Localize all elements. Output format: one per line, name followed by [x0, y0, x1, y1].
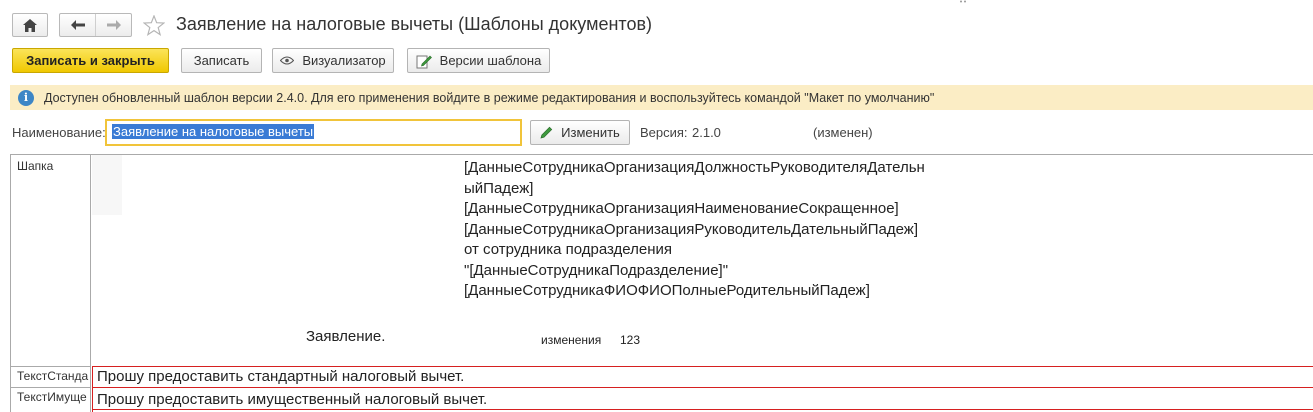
header-fields-block[interactable]: [ДанныеСотрудникаОрганизацияДолжностьРук… — [464, 158, 994, 302]
template-versions-label: Версии шаблона — [439, 53, 542, 68]
arrow-left-icon — [70, 20, 85, 30]
template-versions-button[interactable]: Версии шаблона — [407, 48, 550, 73]
save-label: Записать — [193, 53, 250, 68]
statement-title-cell[interactable]: Заявление. — [306, 328, 385, 345]
save-and-close-button[interactable]: Записать и закрыть — [12, 48, 169, 73]
version-label: Версия: — [640, 125, 688, 140]
template-spreadsheet[interactable]: Шапка ТекстСтанда ТекстИмуще [ДанныеСотр… — [10, 154, 1313, 412]
update-info-banner: i Доступен обновленный шаблон версии 2.4… — [10, 85, 1313, 110]
area-border — [92, 366, 93, 412]
name-input-value: Заявление на налоговые вычеты — [112, 124, 315, 139]
visualizer-label: Визуализатор — [302, 53, 386, 68]
home-button[interactable] — [12, 13, 48, 37]
cell-gutter — [92, 155, 122, 215]
name-input[interactable]: Заявление на налоговые вычеты — [105, 119, 522, 146]
changed-status: (изменен) — [813, 125, 873, 140]
arrow-right-icon — [106, 20, 121, 30]
favorite-button[interactable] — [142, 13, 166, 37]
home-icon — [23, 18, 37, 32]
area-name-standard-text[interactable]: ТекстСтанда — [11, 366, 91, 387]
header-line: [ДанныеСотрудникаОрганизацияРуководитель… — [464, 220, 918, 238]
pencil-icon — [540, 126, 553, 139]
eye-icon — [280, 56, 295, 65]
back-button[interactable] — [60, 14, 95, 36]
change-button[interactable]: Изменить — [530, 120, 630, 145]
header-line: [ДанныеСотрудникаОрганизацияНаименование… — [464, 200, 899, 217]
save-button[interactable]: Записать — [181, 48, 262, 73]
header-line: [ДанныеСотрудникаФИОФИОПолныеРодительный… — [464, 282, 870, 299]
star-icon — [143, 14, 165, 36]
header-line: "[ДанныеСотрудникаПодразделение]" — [464, 261, 729, 279]
save-and-close-label: Записать и закрыть — [26, 53, 155, 68]
version-value: 2.1.0 — [692, 125, 721, 140]
banner-text: Доступен обновленный шаблон версии 2.4.0… — [44, 90, 935, 105]
name-label: Наименование: — [12, 125, 106, 140]
area-name-shapka[interactable]: Шапка — [11, 155, 91, 366]
area-border — [92, 409, 1313, 410]
visualizer-button[interactable]: Визуализатор — [272, 48, 394, 73]
title-bar: Заявление на налоговые вычеты (Шаблоны д… — [0, 0, 1313, 44]
header-line: от сотрудника подразделения — [464, 241, 673, 258]
navigation-group — [59, 13, 132, 37]
more-dots-icon[interactable] — [960, 0, 966, 3]
property-deduction-text-cell[interactable]: Прошу предоставить имущественный налогов… — [97, 391, 487, 408]
area-border — [92, 387, 1313, 388]
info-icon: i — [18, 89, 34, 106]
header-line: [ДанныеСотрудникаОрганизацияДолжностьРук… — [464, 159, 925, 176]
edit-document-icon — [416, 53, 432, 69]
page-title: Заявление на налоговые вычеты (Шаблоны д… — [176, 14, 653, 34]
area-border — [92, 366, 1313, 367]
area-name-property-text[interactable]: ТекстИмуще — [11, 387, 91, 412]
standard-deduction-text-cell[interactable]: Прошу предоставить стандартный налоговый… — [97, 368, 464, 385]
forward-button[interactable] — [95, 14, 131, 36]
changes-value-cell[interactable]: 123 — [620, 333, 640, 347]
header-line: ыйПадеж] — [464, 179, 534, 197]
change-label: Изменить — [561, 125, 620, 140]
changes-label-cell[interactable]: изменения — [541, 333, 601, 347]
